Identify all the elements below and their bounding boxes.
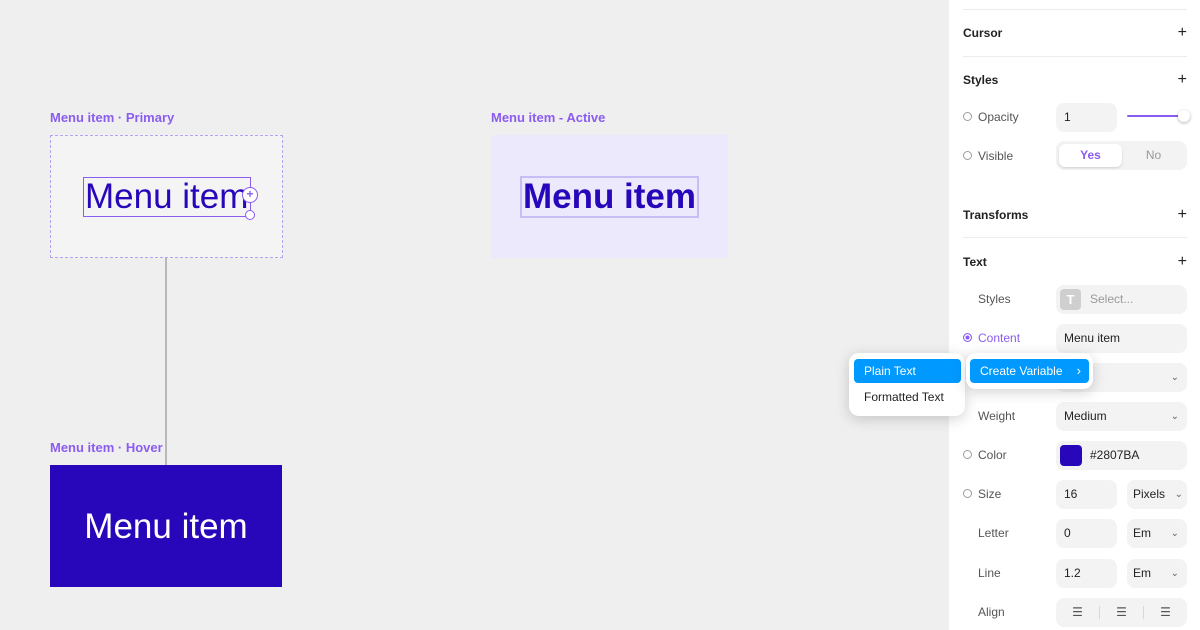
frame-menu-item-primary[interactable]: Menu item +	[50, 135, 283, 258]
variable-menu: Create Variable ›	[966, 353, 1093, 389]
text-styles-placeholder: Select...	[1090, 292, 1134, 306]
chevron-down-icon: ⌄	[1170, 528, 1179, 539]
frame-menu-item-hover[interactable]: Menu item	[50, 465, 282, 587]
align-label: Align	[978, 605, 1005, 619]
section-divider	[963, 56, 1187, 57]
color-input[interactable]: #2807BA	[1056, 441, 1187, 470]
section-cursor[interactable]: Cursor +	[963, 23, 1187, 43]
line-unit-select[interactable]: Em ⌄	[1127, 559, 1187, 588]
frame-menu-item-active[interactable]: Menu item	[491, 135, 728, 258]
letter-spacing-input[interactable]: 0	[1056, 519, 1117, 548]
create-variable-label: Create Variable	[980, 364, 1063, 378]
weight-select[interactable]: Medium ⌄	[1056, 402, 1187, 431]
letter-unit-select[interactable]: Em ⌄	[1127, 519, 1187, 548]
section-title-cursor: Cursor	[963, 26, 1003, 40]
visible-no-option[interactable]: No	[1122, 144, 1185, 167]
size-variable-dot-icon[interactable]	[963, 489, 972, 498]
chevron-down-icon: ⌄	[1174, 489, 1183, 500]
align-center-icon[interactable]: ☰	[1100, 598, 1143, 627]
menu-item-create-variable[interactable]: Create Variable ›	[970, 359, 1089, 383]
weight-label: Weight	[978, 409, 1016, 423]
design-canvas[interactable]: Menu item · Primary Menu item + Menu ite…	[0, 0, 949, 630]
chevron-down-icon: ⌄	[1170, 568, 1179, 579]
color-label: Color	[978, 448, 1007, 462]
color-swatch[interactable]	[1060, 445, 1082, 466]
visible-label: Visible	[978, 149, 1014, 163]
line-unit-value: Em	[1133, 566, 1151, 580]
variant-connector-line	[165, 258, 167, 465]
content-label[interactable]: Content	[978, 330, 1020, 346]
text-styles-select[interactable]: T Select...	[1056, 285, 1187, 314]
section-title-styles: Styles	[963, 73, 999, 87]
add-style-plus-icon[interactable]: +	[1178, 70, 1187, 90]
size-input[interactable]: 16	[1056, 480, 1117, 509]
opacity-slider-track[interactable]	[1127, 115, 1179, 117]
chevron-down-icon: ⌄	[1170, 372, 1179, 383]
resize-handle[interactable]	[245, 210, 255, 220]
visible-yes-option[interactable]: Yes	[1059, 144, 1122, 167]
size-unit-value: Pixels	[1133, 487, 1166, 501]
section-title-transforms: Transforms	[963, 208, 1029, 222]
align-segmented-control[interactable]: ☰ ☰ ☰	[1056, 598, 1187, 627]
line-label: Line	[978, 566, 1001, 580]
letter-unit-value: Em	[1133, 526, 1151, 540]
section-divider	[963, 9, 1187, 10]
align-left-icon[interactable]: ☰	[1056, 598, 1099, 627]
content-type-menu: Plain Text Formatted Text	[849, 353, 965, 416]
add-cursor-plus-icon[interactable]: +	[1178, 23, 1187, 43]
content-input[interactable]: Menu item	[1056, 324, 1187, 353]
section-title-text: Text	[963, 255, 987, 269]
properties-panel: Cursor + Styles + Opacity 1 Visible Yes …	[949, 0, 1200, 630]
section-styles[interactable]: Styles +	[963, 70, 1187, 90]
opacity-slider-knob[interactable]	[1178, 110, 1190, 122]
add-transform-plus-icon[interactable]: +	[1178, 205, 1187, 225]
letter-label: Letter	[978, 526, 1009, 540]
visible-variable-dot-icon[interactable]	[963, 151, 972, 160]
menu-item-formatted-text[interactable]: Formatted Text	[854, 385, 961, 409]
add-text-plus-icon[interactable]: +	[1178, 252, 1187, 272]
line-height-input[interactable]: 1.2	[1056, 559, 1117, 588]
frame-label-active[interactable]: Menu item - Active	[491, 110, 605, 125]
weight-value: Medium	[1064, 409, 1107, 423]
section-text[interactable]: Text +	[963, 252, 1187, 272]
opacity-input[interactable]: 1	[1056, 103, 1117, 132]
text-style-t-icon: T	[1060, 289, 1081, 310]
size-unit-select[interactable]: Pixels ⌄	[1127, 480, 1187, 509]
frame-label-primary[interactable]: Menu item · Primary	[50, 110, 174, 125]
section-transforms[interactable]: Transforms +	[963, 205, 1187, 225]
add-handle-icon[interactable]: +	[242, 187, 258, 203]
frame-label-hover[interactable]: Menu item · Hover	[50, 440, 163, 455]
opacity-variable-dot-icon[interactable]	[963, 112, 972, 121]
color-value: #2807BA	[1090, 448, 1140, 462]
text-styles-label: Styles	[978, 292, 1011, 306]
menu-item-text-active[interactable]: Menu item	[519, 175, 700, 218]
menu-item-plain-text[interactable]: Plain Text	[854, 359, 961, 383]
chevron-right-icon: ›	[1076, 363, 1081, 378]
content-variable-dot-icon[interactable]	[963, 333, 972, 342]
menu-item-text-selected[interactable]: Menu item	[83, 177, 251, 217]
visible-toggle[interactable]: Yes No	[1056, 141, 1187, 170]
align-right-icon[interactable]: ☰	[1144, 598, 1187, 627]
chevron-down-icon: ⌄	[1170, 411, 1179, 422]
color-variable-dot-icon[interactable]	[963, 450, 972, 459]
size-label: Size	[978, 487, 1002, 501]
opacity-label: Opacity	[978, 110, 1019, 124]
menu-item-text-hover[interactable]: Menu item	[84, 509, 247, 544]
section-divider	[963, 237, 1187, 238]
